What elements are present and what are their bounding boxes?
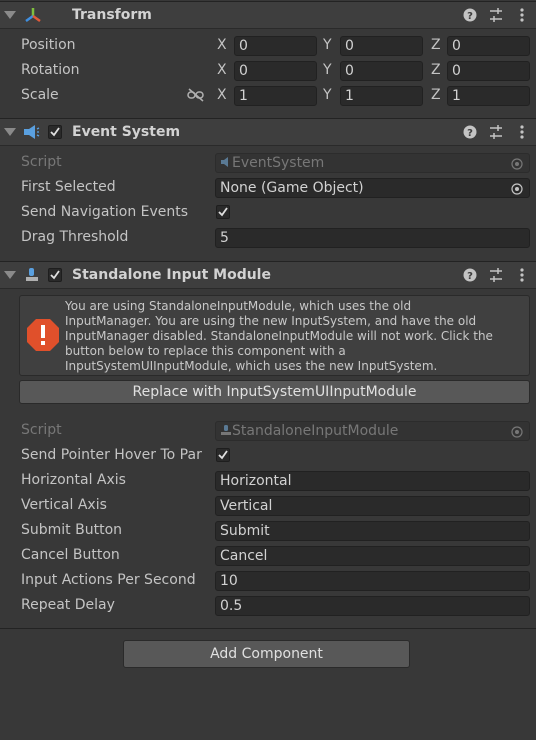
rotation-z-label[interactable]: Z <box>431 62 441 78</box>
scale-y-label[interactable]: Y <box>323 87 332 103</box>
transform-icon <box>24 7 42 27</box>
add-component-button[interactable]: Add Component <box>123 640 410 668</box>
submit-button-field[interactable]: Submit <box>215 521 530 541</box>
send-pointer-hover-checkbox[interactable] <box>216 448 230 462</box>
vertical-axis-label: Vertical Axis <box>21 497 107 513</box>
input-actions-per-second-label: Input Actions Per Second <box>21 572 196 588</box>
divider <box>0 628 536 629</box>
component-title: Standalone Input Module <box>72 267 271 283</box>
script-label: Script <box>21 422 62 438</box>
warning-line: InputManager. You are using the new Inpu… <box>65 314 477 328</box>
more-options-icon[interactable] <box>514 124 530 140</box>
component-title: Event System <box>72 124 181 140</box>
script-name: EventSystem <box>232 155 325 171</box>
script-field: StandaloneInputModule <box>215 421 530 441</box>
position-y-label[interactable]: Y <box>323 37 332 53</box>
more-options-icon[interactable] <box>514 7 530 23</box>
scale-label: Scale <box>21 87 59 103</box>
object-picker-icon[interactable] <box>511 425 523 438</box>
position-x-field[interactable]: 0 <box>234 36 317 56</box>
horizontal-axis-label: Horizontal Axis <box>21 472 126 488</box>
foldout-arrow-icon[interactable] <box>4 11 16 19</box>
presets-icon[interactable] <box>488 124 504 140</box>
drag-threshold-label: Drag Threshold <box>21 229 129 245</box>
rotation-y-label[interactable]: Y <box>323 62 332 78</box>
drag-threshold-field[interactable]: 5 <box>215 228 530 248</box>
position-y-field[interactable]: 0 <box>340 36 423 56</box>
first-selected-label: First Selected <box>21 179 116 195</box>
send-navigation-events-label: Send Navigation Events <box>21 204 189 220</box>
position-z-field[interactable]: 0 <box>447 36 530 56</box>
component-enabled-checkbox[interactable] <box>48 125 62 139</box>
warning-line: InputSystemUIInputModule, which uses the… <box>65 359 438 373</box>
scale-z-label[interactable]: Z <box>431 87 441 103</box>
replace-module-button[interactable]: Replace with InputSystemUIInputModule <box>19 380 530 404</box>
warning-line: button below to replace this component w… <box>65 344 346 358</box>
send-pointer-hover-label: Send Pointer Hover To Par <box>21 447 202 463</box>
rotation-x-label[interactable]: X <box>217 62 227 78</box>
event-system-icon <box>22 124 40 144</box>
first-selected-field[interactable]: None (Game Object) <box>215 178 530 198</box>
rotation-label: Rotation <box>21 62 80 78</box>
send-navigation-events-checkbox[interactable] <box>216 205 230 219</box>
rotation-x-field[interactable]: 0 <box>234 61 317 81</box>
position-label: Position <box>21 37 76 53</box>
help-icon[interactable]: ? <box>462 7 478 23</box>
warning-line: InputManager disabled. StandaloneInputMo… <box>65 329 493 343</box>
script-icon <box>220 155 232 167</box>
constrain-proportions-icon[interactable] <box>187 88 205 106</box>
foldout-arrow-icon[interactable] <box>4 128 16 136</box>
help-icon[interactable]: ? <box>462 124 478 140</box>
rotation-y-field[interactable]: 0 <box>340 61 423 81</box>
input-actions-per-second-field[interactable]: 10 <box>215 571 530 591</box>
more-options-icon[interactable] <box>514 267 530 283</box>
position-x-label[interactable]: X <box>217 37 227 53</box>
scale-x-field[interactable]: 1 <box>234 86 317 106</box>
input-module-icon <box>24 267 40 287</box>
script-name: StandaloneInputModule <box>232 423 399 439</box>
component-enabled-checkbox[interactable] <box>48 268 62 282</box>
presets-icon[interactable] <box>488 7 504 23</box>
warning-line: You are using StandaloneInputModule, whi… <box>65 299 412 313</box>
submit-button-label: Submit Button <box>21 522 123 538</box>
presets-icon[interactable] <box>488 267 504 283</box>
warning-help-box: You are using StandaloneInputModule, whi… <box>19 295 530 376</box>
svg-text:?: ? <box>467 11 473 22</box>
cancel-button-label: Cancel Button <box>21 547 120 563</box>
position-z-label[interactable]: Z <box>431 37 441 53</box>
foldout-arrow-icon[interactable] <box>4 271 16 279</box>
script-field: EventSystem <box>215 153 530 173</box>
object-picker-icon[interactable] <box>511 182 523 195</box>
scale-y-field[interactable]: 1 <box>340 86 423 106</box>
help-icon[interactable]: ? <box>462 267 478 283</box>
component-title: Transform <box>72 7 152 23</box>
script-label: Script <box>21 154 62 170</box>
svg-text:?: ? <box>467 271 473 282</box>
svg-text:?: ? <box>467 128 473 139</box>
warning-icon <box>26 318 60 356</box>
scale-x-label[interactable]: X <box>217 87 227 103</box>
script-icon <box>220 423 232 435</box>
cancel-button-field[interactable]: Cancel <box>215 546 530 566</box>
first-selected-value: None (Game Object) <box>220 180 364 196</box>
vertical-axis-field[interactable]: Vertical <box>215 496 530 516</box>
rotation-z-field[interactable]: 0 <box>447 61 530 81</box>
repeat-delay-field[interactable]: 0.5 <box>215 596 530 616</box>
warning-text: You are using StandaloneInputModule, whi… <box>65 299 520 374</box>
standalone-input-module-header[interactable]: Standalone Input Module ? <box>0 261 536 289</box>
transform-header[interactable]: Transform ? <box>0 1 536 29</box>
object-picker-icon[interactable] <box>511 157 523 170</box>
repeat-delay-label: Repeat Delay <box>21 597 115 613</box>
scale-z-field[interactable]: 1 <box>447 86 530 106</box>
event-system-header[interactable]: Event System ? <box>0 118 536 146</box>
horizontal-axis-field[interactable]: Horizontal <box>215 471 530 491</box>
